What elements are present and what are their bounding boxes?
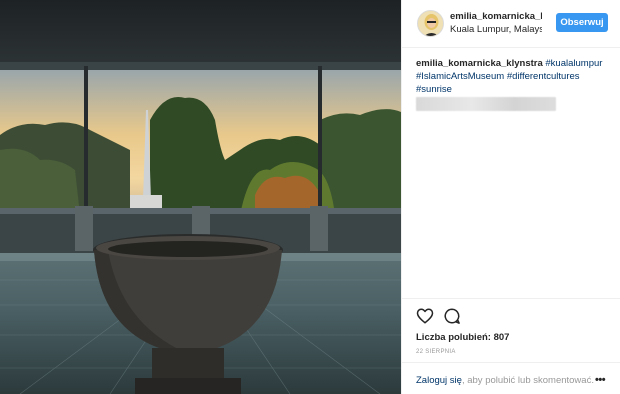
avatar[interactable] [417, 10, 444, 37]
login-link[interactable]: Zaloguj się [416, 375, 462, 386]
hashtag-link[interactable]: #differentcultures [507, 71, 580, 82]
redacted-comment [416, 97, 556, 111]
likes-count[interactable]: Liczba polubień: 807 [416, 332, 509, 343]
hashtag-link[interactable]: #sunrise [416, 84, 452, 95]
caption-author[interactable]: emilia_komarnicka_klynstra [416, 58, 543, 69]
login-prompt: Zaloguj się, aby polubić lub skomentować… [416, 375, 594, 386]
post-photo-image [0, 0, 401, 394]
avatar-image [418, 11, 443, 36]
hashtag-link[interactable]: #IslamicArtsMuseum [416, 71, 504, 82]
login-prompt-text: , aby polubić lub skomentować. [461, 375, 594, 386]
post-header: emilia_komarnicka_klynstra Kuala Lumpur,… [402, 0, 620, 48]
comment-footer: Zaloguj się, aby polubić lub skomentować… [402, 362, 620, 393]
hashtag-link[interactable]: #kualalumpur [545, 58, 602, 69]
post-photo[interactable] [0, 0, 401, 394]
post-caption: emilia_komarnicka_klynstra #kualalumpur … [416, 57, 612, 96]
heart-icon[interactable] [416, 307, 434, 325]
post-username[interactable]: emilia_komarnicka_klynstra [450, 11, 542, 22]
post-date[interactable]: 22 SIERPNIA [416, 349, 456, 355]
post-actions: Liczba polubień: 807 22 SIERPNIA Zaloguj… [402, 298, 620, 393]
comment-icon[interactable] [443, 307, 461, 325]
follow-button[interactable]: Obserwuj [556, 13, 608, 32]
more-options-icon[interactable]: ••• [595, 375, 606, 386]
post-sidebar: emilia_komarnicka_klynstra Kuala Lumpur,… [401, 0, 620, 394]
post-location[interactable]: Kuala Lumpur, Malaysia [450, 24, 542, 35]
